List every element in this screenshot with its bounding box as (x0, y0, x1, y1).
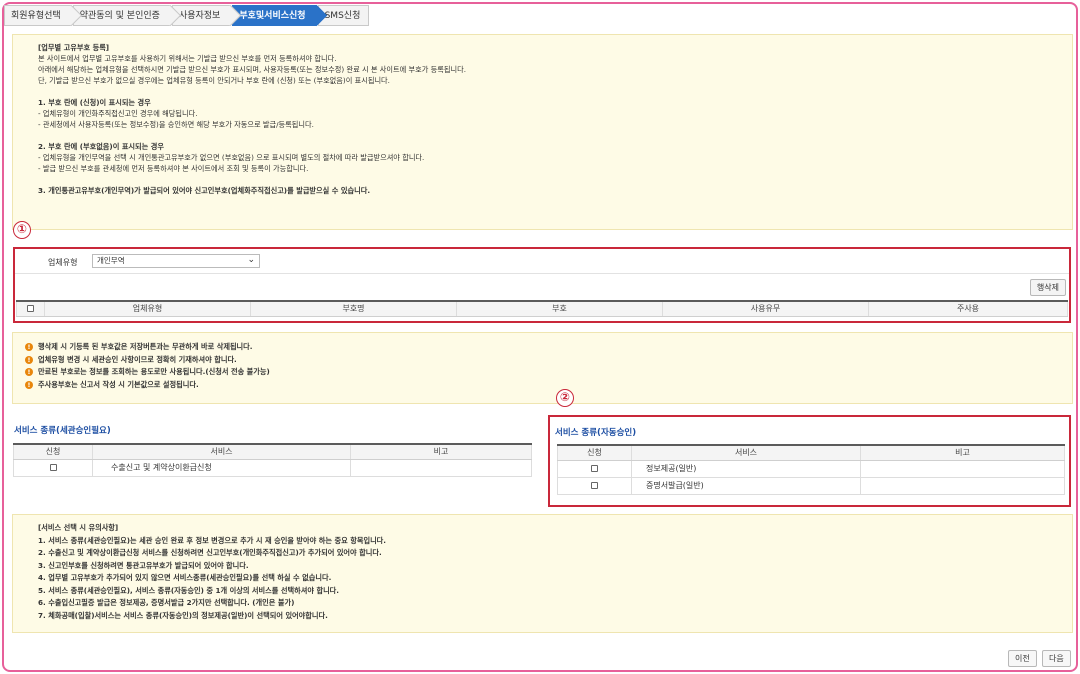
notice-spacer (38, 174, 1072, 185)
notice-line: 아래에서 해당하는 업체유형을 선택하시면 기발급 받으신 부호가 표시되며, … (38, 65, 466, 74)
notice-line: - 업체유형이 개인화주직접신고인 경우에 해당됩니다. (38, 109, 198, 118)
service-note (860, 476, 1065, 495)
customs-approval-table: 신청 서비스 비고 수출신고 및 계약상이환급신청 (13, 443, 532, 477)
service-name: 증명서발급(일반) (631, 476, 861, 495)
step-member-type[interactable]: 회원유형선택 (4, 5, 71, 26)
warning-item: ! 행삭제 시 기등록 된 부호값은 저장버튼과는 무관하게 바로 삭제됩니다. (25, 341, 1072, 354)
auto-approval-panel: 신청 서비스 비고 정보제공(일반) 증명서발급(일반) (557, 444, 1065, 495)
service-note (350, 458, 532, 477)
notice-line: 3. 신고인부호를 신청하려면 통관고유부호가 발급되어 있어야 합니다. (38, 560, 249, 570)
prev-button[interactable]: 이전 (1008, 650, 1037, 667)
customs-approval-panel: 신청 서비스 비고 수출신고 및 계약상이환급신청 (13, 443, 532, 477)
apply-cell (13, 458, 93, 477)
warning-icon: ! (25, 380, 33, 389)
step-breadcrumb: 회원유형선택 약관동의 및 본인인증 사용자정보 부호및서비스신청 SMS신청 (4, 5, 371, 26)
row-delete-button[interactable]: 행삭제 (1029, 279, 1066, 296)
business-type-box: 업체유형 개인무역 ⌄ 행삭제 업체유형 부호명 부호 사용유무 주사용 (13, 247, 1071, 323)
chevron-down-icon: ⌄ (247, 255, 255, 265)
service-name: 수출신고 및 계약상이환급신청 (92, 458, 351, 477)
service-note (860, 459, 1065, 478)
warning-item: ! 업체유형 변경 시 세관승인 사항이므로 정확히 기재하셔야 합니다. (25, 354, 1072, 367)
next-button[interactable]: 다음 (1042, 650, 1071, 667)
service-selection-notice: [서비스 선택 시 유의사항] 1. 서비스 종류(세관승인필요)는 세관 승인… (12, 514, 1073, 633)
col-apply: 신청 (13, 443, 93, 460)
apply-checkbox[interactable] (591, 465, 598, 472)
business-type-value: 개인무역 (97, 256, 125, 265)
col-note: 비고 (350, 443, 532, 460)
apply-checkbox[interactable] (49, 464, 57, 471)
notice-line: 6. 수출입신고필증 발급은 정보제공, 증명서발급 2가지만 선택합니다. (… (38, 598, 295, 607)
notice-line: - 발급 받으신 부호를 관세청에 먼저 등록하셔야 본 사이트에서 조회 및 … (38, 164, 309, 173)
marker-two: ② (556, 389, 574, 407)
select-all-checkbox[interactable] (27, 305, 34, 313)
warning-item: ! 만료된 부호로는 정보를 조회하는 용도로만 사용됩니다.(신청서 전송 불가… (25, 366, 1072, 379)
warning-icon: ! (25, 343, 33, 351)
step-terms-auth[interactable]: 약관동의 및 본인인증 (72, 5, 170, 26)
apply-checkbox[interactable] (591, 482, 598, 489)
auto-approval-title: 서비스 종류(자동승인) (555, 428, 637, 438)
notice-line: 2. 수출신고 및 계약상이환급신청 서비스를 신청하려면 신고인부호(개인화주… (38, 548, 382, 557)
col-service: 서비스 (92, 443, 351, 460)
select-all-header (16, 300, 45, 317)
warning-icon: ! (25, 368, 33, 376)
auto-approval-table: 신청 서비스 비고 정보제공(일반) 증명서발급(일반) (557, 444, 1065, 495)
col-code-name: 부호명 (250, 300, 457, 317)
notice-line: - 업체유형을 개인무역을 선택 시 개인통관고유부호가 없으면 (부호없음) … (38, 153, 425, 162)
col-code: 부호 (456, 300, 663, 317)
notice-line: 1. 부호 란에 (신청)이 표시되는 경우 (38, 98, 151, 107)
notice-line: 2. 부호 란에 (부호없음)이 표시되는 경우 (38, 142, 165, 151)
warning-icon: ! (25, 355, 33, 364)
warning-notice: ! 행삭제 시 기등록 된 부호값은 저장버튼과는 무관하게 바로 삭제됩니다. … (12, 332, 1073, 404)
business-type-select[interactable]: 개인무역 ⌄ (92, 254, 260, 268)
auto-approval-box: 서비스 종류(자동승인) 신청 서비스 비고 정보제공(일반) 증명서발급(일반… (548, 415, 1071, 507)
table-row: 수출신고 및 계약상이환급신청 (13, 458, 532, 477)
notice-line: 5. 서비스 종류(세관승인필요), 서비스 종류(자동승인) 중 1개 이상의… (38, 585, 340, 595)
col-apply: 신청 (557, 444, 632, 461)
table-row: 증명서발급(일반) (557, 476, 1065, 495)
code-registration-notice: [업무별 고유부호 등록] 본 사이트에서 업무별 고유부호를 사용하기 위해서… (12, 34, 1073, 230)
notice-heading: [서비스 선택 시 유의사항] (38, 523, 119, 532)
customs-approval-title: 서비스 종류(세관승인필요) (14, 426, 111, 436)
notice-line: 4. 업무별 고유부호가 추가되어 있지 않으면 서비스종류(세관승인필요)를 … (38, 573, 332, 582)
table-row: 정보제공(일반) (557, 459, 1065, 478)
service-name: 정보제공(일반) (631, 459, 861, 478)
step-code-service[interactable]: 부호및서비스신청 (232, 5, 316, 26)
col-primary-use: 주사용 (868, 300, 1068, 317)
notice-spacer (38, 86, 1072, 97)
col-usage: 사용유무 (662, 300, 869, 317)
notice-spacer (38, 130, 1072, 141)
notice-line: 7. 체화공매(입찰)서비스는 서비스 종류(자동승인)의 정보제공(일반)이 … (38, 610, 328, 620)
business-code-table: 업체유형 부호명 부호 사용유무 주사용 (16, 300, 1068, 317)
notice-line: - 관세청에서 사용자등록(또는 정보수정)을 승인하면 해당 부호가 자동으로… (38, 120, 314, 129)
col-business-type: 업체유형 (44, 300, 251, 317)
row-divider (15, 273, 1069, 274)
notice-line: 단, 기발급 받으신 부호가 없으실 경우에는 업체유형 등록이 안되거나 부호… (38, 76, 390, 85)
notice-heading: [업무별 고유부호 등록] (38, 43, 110, 52)
notice-line: 본 사이트에서 업무별 고유부호를 사용하기 위해서는 기발급 받으신 부호를 … (38, 54, 337, 63)
notice-line: 3. 개인통관고유부호(개인무역)가 발급되어 있어야 신고인부호(업체화주직접… (38, 186, 371, 195)
col-note: 비고 (860, 444, 1065, 461)
business-type-label: 업체유형 (48, 258, 78, 267)
apply-cell (557, 459, 632, 478)
warning-item: ! 주사용부호는 신고서 작성 시 기본값으로 설정됩니다. (25, 379, 1072, 392)
marker-one: ① (13, 221, 31, 239)
col-service: 서비스 (631, 444, 861, 461)
notice-line: 1. 서비스 종류(세관승인필요)는 세관 승인 완료 후 정보 변경으로 추가… (38, 535, 387, 545)
apply-cell (557, 476, 632, 495)
